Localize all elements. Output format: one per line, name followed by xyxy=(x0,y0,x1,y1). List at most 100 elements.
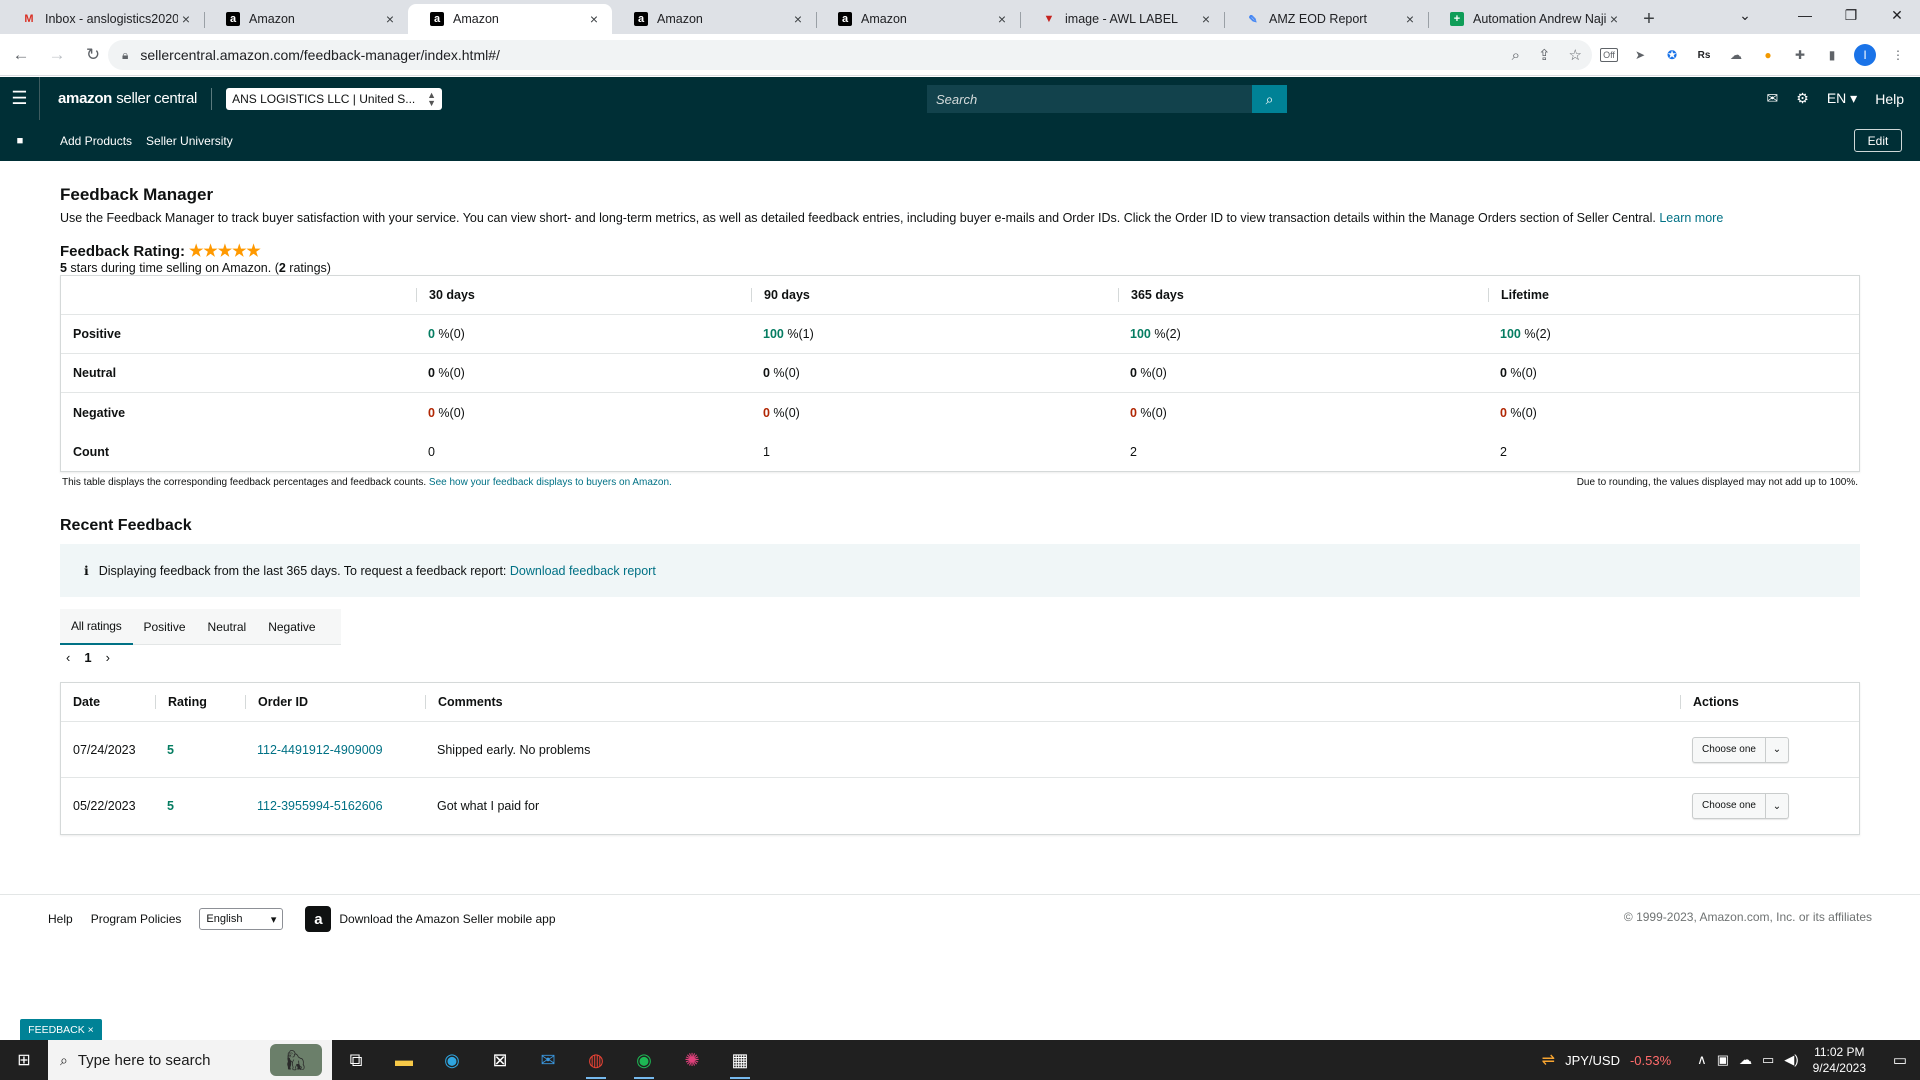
info-text: Displaying feedback from the last 365 da… xyxy=(98,563,507,578)
store-icon[interactable]: ⊠ xyxy=(476,1040,524,1080)
restore-icon[interactable]: ❐ xyxy=(1828,0,1874,30)
actions-dropdown[interactable]: Choose one ⌄ xyxy=(1692,736,1789,763)
bookmark-star-icon[interactable]: ☆ xyxy=(1569,46,1582,64)
footer-language-select[interactable]: English ▾ xyxy=(199,908,284,930)
close-tab-icon[interactable]: × xyxy=(1606,11,1622,27)
account-selector[interactable]: ANS LOGISTICS LLC | United S... ▲ ▼ xyxy=(226,87,443,110)
close-tab-icon[interactable]: × xyxy=(586,11,602,27)
extension-orange-icon[interactable]: ● xyxy=(1758,45,1778,65)
actions-dropdown[interactable]: Choose one ⌄ xyxy=(1692,793,1789,819)
new-tab-button[interactable]: + xyxy=(1632,4,1666,34)
chevron-down-icon: ▾ xyxy=(270,913,277,926)
mail-icon[interactable]: ✉ xyxy=(1767,90,1779,107)
notification-icon[interactable]: ▭ xyxy=(1880,1051,1920,1069)
meet-icon[interactable]: ▣ xyxy=(1717,1052,1729,1068)
tab-negative[interactable]: Negative xyxy=(257,609,326,645)
order-id-link[interactable]: 112-3955994-5162606 xyxy=(257,799,383,813)
close-tab-icon[interactable]: × xyxy=(1402,11,1418,27)
close-tab-icon[interactable]: × xyxy=(178,11,194,27)
fx-widget[interactable]: ⇌ JPY/USD -0.53% xyxy=(1542,1050,1672,1070)
browser-tab[interactable]: M Inbox - anslogistics2020@ × xyxy=(0,4,204,34)
close-tab-icon[interactable]: × xyxy=(994,11,1010,27)
prev-page-icon[interactable]: ‹ xyxy=(66,650,70,665)
learn-more-link[interactable]: Learn more xyxy=(1659,211,1723,225)
browser-tab[interactable]: + Automation Andrew Najib × xyxy=(1428,4,1632,34)
browser-tab[interactable]: ▼ image - AWL LABEL × xyxy=(1020,4,1224,34)
search-input[interactable]: Search xyxy=(927,92,1252,107)
task-view-icon[interactable]: ⧉ xyxy=(332,1040,380,1080)
download-app-link[interactable]: Download the Amazon Seller mobile app xyxy=(339,912,555,926)
extension-off-icon[interactable]: Off xyxy=(1600,48,1618,62)
taskbar-clock[interactable]: 11:02 PM 9/24/2023 xyxy=(1813,1044,1866,1076)
browser-tab[interactable]: ✎ AMZ EOD Report × xyxy=(1224,4,1428,34)
tab-neutral[interactable]: Neutral xyxy=(197,609,258,645)
onedrive-icon[interactable]: ☁ xyxy=(1739,1052,1752,1068)
current-page[interactable]: 1 xyxy=(84,650,91,665)
browser-tab[interactable]: a Amazon × xyxy=(612,4,816,34)
profile-avatar[interactable]: I xyxy=(1854,44,1876,66)
close-tab-icon[interactable]: × xyxy=(790,11,806,27)
next-page-icon[interactable]: › xyxy=(106,650,110,665)
calculator-icon[interactable]: ▦ xyxy=(716,1040,764,1080)
seller-university-link[interactable]: Seller University xyxy=(146,134,233,148)
taskbar-search-icon: ⌕ xyxy=(60,1051,68,1068)
close-tab-icon[interactable]: × xyxy=(1198,11,1214,27)
browser-menu-icon[interactable]: ⋮ xyxy=(1888,45,1908,65)
browser-tab[interactable]: a Amazon × xyxy=(408,4,612,34)
edit-button[interactable]: Edit xyxy=(1854,129,1902,152)
side-panel-icon[interactable]: ▮ xyxy=(1822,45,1842,65)
share-icon[interactable]: ⇪ xyxy=(1538,46,1551,64)
add-products-link[interactable]: Add Products xyxy=(60,134,132,148)
extensions-puzzle-icon[interactable]: ✚ xyxy=(1790,45,1810,65)
edge-icon[interactable]: ◉ xyxy=(428,1040,476,1080)
col-actions: Actions xyxy=(1680,695,1859,709)
lock-icon[interactable]: 🔒︎ xyxy=(122,48,128,63)
back-icon[interactable]: ← xyxy=(6,40,36,70)
browser-tab[interactable]: a Amazon × xyxy=(816,4,1020,34)
extension-swirl-icon[interactable]: ☁ xyxy=(1726,45,1746,65)
spotify-icon[interactable]: ◉ xyxy=(620,1040,668,1080)
browser-tab[interactable]: a Amazon × xyxy=(204,4,408,34)
extension-rs-icon[interactable]: Rs xyxy=(1694,45,1714,65)
order-id-link[interactable]: 112-4491912-4909009 xyxy=(257,743,383,757)
reload-icon[interactable]: ↻ xyxy=(78,40,108,70)
amazon-app-icon[interactable]: a xyxy=(305,906,332,932)
seller-central-logo[interactable]: amazon seller central xyxy=(58,90,197,107)
chrome-icon[interactable]: ◍ xyxy=(572,1040,620,1080)
tab-all-ratings[interactable]: All ratings xyxy=(60,609,133,645)
seller-search-box[interactable]: Search ⌕ xyxy=(927,85,1287,113)
percent-sign: % xyxy=(783,327,799,341)
extension-arrow-icon[interactable]: ➤ xyxy=(1630,45,1650,65)
download-report-link[interactable]: Download feedback report xyxy=(510,564,656,578)
tab-search-icon[interactable]: ⌄ xyxy=(1722,0,1768,30)
forward-icon[interactable]: → xyxy=(42,40,72,70)
close-tab-icon[interactable]: × xyxy=(382,11,398,27)
mail-app-icon[interactable]: ✉ xyxy=(524,1040,572,1080)
hamburger-menu-icon[interactable]: ☰ xyxy=(0,77,40,120)
close-window-icon[interactable]: ✕ xyxy=(1874,0,1920,30)
extension-blue-icon[interactable]: ✪ xyxy=(1662,45,1682,65)
footer-program-policies-link[interactable]: Program Policies xyxy=(91,912,182,926)
volume-icon[interactable]: ◀) xyxy=(1784,1052,1798,1068)
color-app-icon[interactable]: ✺ xyxy=(668,1040,716,1080)
metrics-percent: 100 xyxy=(1500,327,1521,341)
minimize-icon[interactable]: — xyxy=(1782,0,1828,30)
gear-icon[interactable]: ⚙ xyxy=(1796,90,1809,107)
taskbar-search[interactable]: ⌕ Type here to search 🦍︎ xyxy=(48,1040,332,1080)
feedback-display-link[interactable]: See how your feedback displays to buyers… xyxy=(429,477,672,488)
feedback-metrics-table: 30 days 90 days 365 days Lifetime Positi… xyxy=(60,275,1860,472)
tray-chevron-up-icon[interactable]: ∧ xyxy=(1697,1052,1707,1068)
windows-start-icon[interactable]: ⊞ xyxy=(0,1040,48,1080)
url-field[interactable]: 🔒︎ sellercentral.amazon.com/feedback-man… xyxy=(108,40,1592,70)
metrics-percent: 0 xyxy=(428,405,435,420)
network-icon[interactable]: ▭ xyxy=(1762,1052,1774,1068)
language-selector[interactable]: EN ▾ xyxy=(1827,90,1857,107)
file-explorer-icon[interactable]: ▬ xyxy=(380,1040,428,1080)
bookmark-icon[interactable]: ■ xyxy=(0,135,40,147)
help-link[interactable]: Help xyxy=(1875,91,1904,107)
zoom-icon[interactable]: ⌕ xyxy=(1512,47,1520,64)
tab-positive[interactable]: Positive xyxy=(133,609,197,645)
feedback-button[interactable]: FEEDBACK × xyxy=(20,1019,102,1040)
search-icon[interactable]: ⌕ xyxy=(1252,85,1287,113)
footer-help-link[interactable]: Help xyxy=(48,912,73,926)
